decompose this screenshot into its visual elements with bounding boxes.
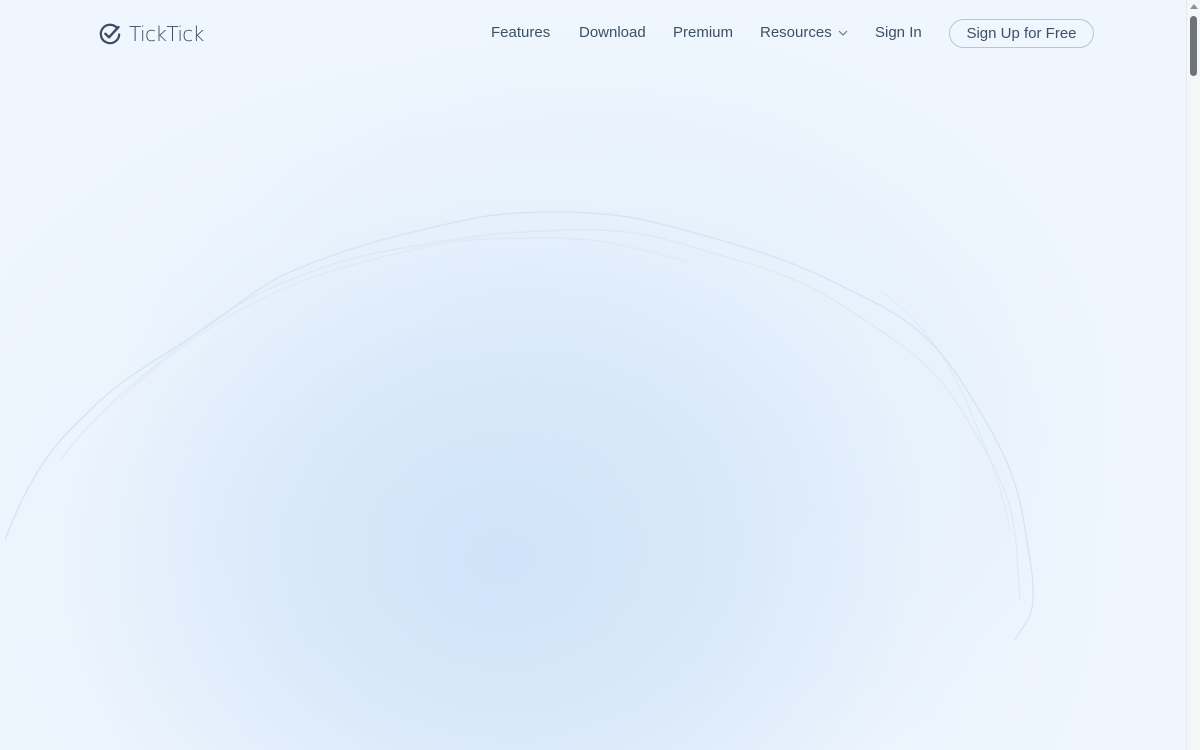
page: TickTick Features Download Premium Resou… bbox=[0, 0, 1200, 750]
scroll-thumb[interactable] bbox=[1190, 16, 1197, 76]
nav-link-resources[interactable]: Resources bbox=[760, 23, 848, 43]
nav-link-premium[interactable]: Premium bbox=[673, 23, 733, 43]
scroll-up-arrow-icon[interactable] bbox=[1190, 4, 1198, 9]
brand-logo[interactable]: TickTick bbox=[98, 21, 204, 47]
chevron-down-icon bbox=[838, 30, 848, 36]
vertical-scrollbar[interactable] bbox=[1186, 0, 1200, 750]
nav-resources-label: Resources bbox=[760, 24, 832, 41]
nav-link-sign-in[interactable]: Sign In bbox=[875, 23, 922, 43]
check-circle-icon bbox=[99, 23, 121, 45]
brand-name: TickTick bbox=[129, 22, 204, 46]
nav-link-download[interactable]: Download bbox=[579, 23, 646, 43]
nav-link-features[interactable]: Features bbox=[491, 23, 550, 43]
top-navigation: TickTick Features Download Premium Resou… bbox=[0, 0, 1186, 68]
sign-up-button[interactable]: Sign Up for Free bbox=[949, 19, 1094, 48]
hero-wave-decoration bbox=[4, 211, 1034, 641]
